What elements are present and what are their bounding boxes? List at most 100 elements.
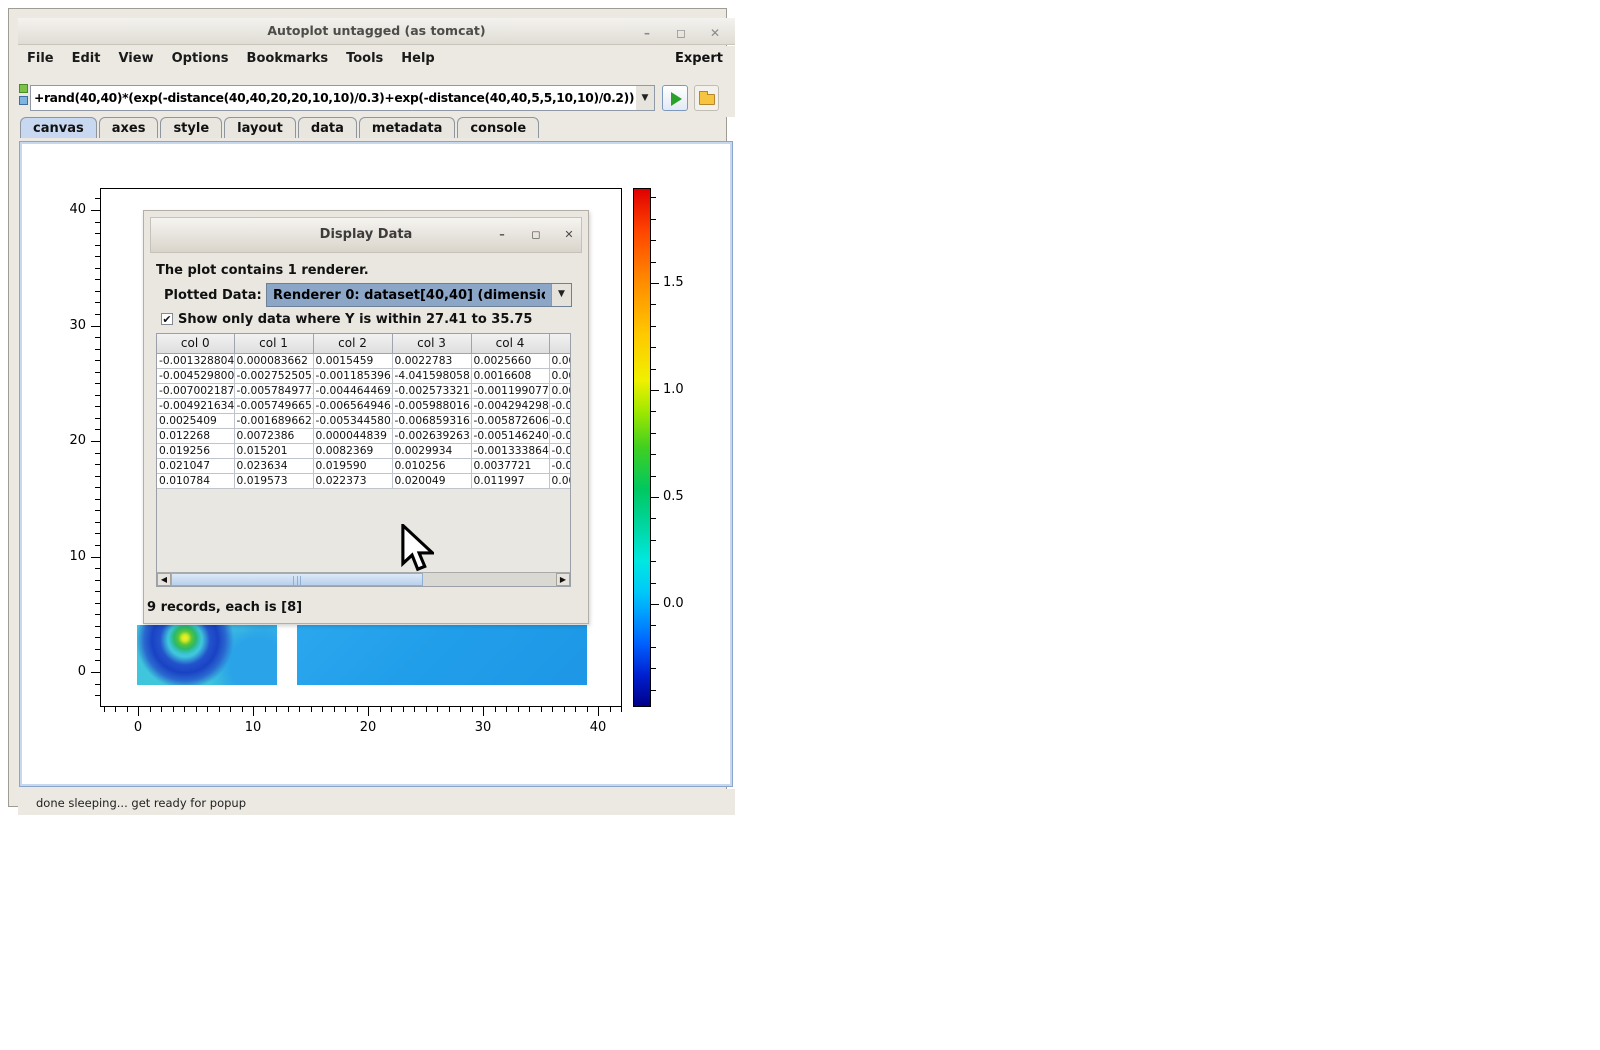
dialog-titlebar[interactable]: Display Data – ◻ ✕: [150, 217, 582, 253]
tab-metadata[interactable]: metadata: [359, 117, 455, 138]
table-cell[interactable]: 0.0016608: [471, 368, 549, 383]
menu-item-edit[interactable]: Edit: [63, 46, 110, 66]
table-cell[interactable]: -0.005988016...: [392, 398, 471, 413]
heatmap-patch-left[interactable]: [137, 625, 277, 685]
table-cell[interactable]: -0.002639263...: [392, 428, 471, 443]
table-cell[interactable]: -0.0: [549, 428, 571, 443]
expert-toggle[interactable]: Expert: [675, 51, 723, 66]
table-row[interactable]: -0.007002187...-0.005784977...-0.0044644…: [157, 383, 571, 398]
table-cell[interactable]: 0.020049: [392, 473, 471, 488]
tab-style[interactable]: style: [160, 117, 222, 138]
menu-item-bookmarks[interactable]: Bookmarks: [238, 46, 338, 66]
table-cell[interactable]: -0.002752505...: [234, 368, 313, 383]
table-row[interactable]: 0.0107840.0195730.0223730.0200490.011997…: [157, 473, 571, 488]
table-cell[interactable]: 0.010784: [157, 473, 234, 488]
table-cell[interactable]: -0.0: [549, 443, 571, 458]
table-cell[interactable]: 0.022373: [313, 473, 392, 488]
table-cell[interactable]: 0.00: [549, 353, 571, 368]
table-cell[interactable]: -0.006859316...: [392, 413, 471, 428]
table-cell[interactable]: 0.00: [549, 383, 571, 398]
table-cell[interactable]: -0.005146240...: [471, 428, 549, 443]
table-cell[interactable]: 0.019256: [157, 443, 234, 458]
filter-checkbox[interactable]: ✔: [161, 313, 173, 325]
table-cell[interactable]: 0.000044839: [313, 428, 392, 443]
table-row[interactable]: 0.0210470.0236340.0195900.0102560.003772…: [157, 458, 571, 473]
browse-button[interactable]: [694, 85, 719, 111]
table-header-cell[interactable]: col 2: [313, 334, 392, 353]
table-cell[interactable]: -0.001689662...: [234, 413, 313, 428]
table-cell[interactable]: -0.006564946...: [313, 398, 392, 413]
table-cell[interactable]: 0.0025409: [157, 413, 234, 428]
scroll-left-button[interactable]: ◀: [157, 573, 171, 586]
address-input[interactable]: [30, 85, 637, 111]
table-row[interactable]: -0.004921634...-0.005749665...-0.0065649…: [157, 398, 571, 413]
table-cell[interactable]: 0.023634: [234, 458, 313, 473]
table-cell[interactable]: 0.015201: [234, 443, 313, 458]
scroll-thumb[interactable]: [171, 573, 423, 586]
minimize-button[interactable]: –: [639, 25, 655, 41]
table-cell[interactable]: -0.001199077...: [471, 383, 549, 398]
table-header-cell[interactable]: col 4: [471, 334, 549, 353]
address-dropdown-button[interactable]: ▼: [636, 85, 655, 111]
table-row[interactable]: -0.001328804...0.0000836620.00154590.002…: [157, 353, 571, 368]
table-cell[interactable]: 0.019573: [234, 473, 313, 488]
h-scrollbar[interactable]: ◀ ▶: [157, 572, 570, 586]
table-cell[interactable]: -0.007002187...: [157, 383, 234, 398]
table-cell[interactable]: 0.00: [549, 368, 571, 383]
dialog-close-button[interactable]: ✕: [561, 227, 577, 243]
menu-item-tools[interactable]: Tools: [337, 46, 392, 66]
table-cell[interactable]: -0.005784977...: [234, 383, 313, 398]
table-cell[interactable]: 0.0037721: [471, 458, 549, 473]
table-header-cell[interactable]: col 3: [392, 334, 471, 353]
table-row[interactable]: 0.0025409-0.001689662...-0.005344580...-…: [157, 413, 571, 428]
menu-item-file[interactable]: File: [18, 46, 63, 66]
table-cell[interactable]: -0.005749665...: [234, 398, 313, 413]
table-cell[interactable]: 0.0022783: [392, 353, 471, 368]
dialog-maximize-button[interactable]: ◻: [528, 227, 544, 243]
dialog-minimize-button[interactable]: –: [494, 227, 510, 243]
table-cell[interactable]: -0.005872606...: [471, 413, 549, 428]
table-cell[interactable]: 0.0082369: [313, 443, 392, 458]
menu-item-options[interactable]: Options: [163, 46, 238, 66]
table-cell[interactable]: 0.0025660: [471, 353, 549, 368]
plotted-data-combobox[interactable]: Renderer 0: dataset[40,40] (dimension...…: [266, 283, 572, 307]
table-cell[interactable]: 0.0029934: [392, 443, 471, 458]
table-cell[interactable]: 0.010256: [392, 458, 471, 473]
tab-data[interactable]: data: [298, 117, 357, 138]
tab-canvas[interactable]: canvas: [20, 117, 97, 138]
table-cell[interactable]: 0.021047: [157, 458, 234, 473]
menu-item-view[interactable]: View: [109, 46, 162, 66]
table-header-cell[interactable]: col 1: [234, 334, 313, 353]
maximize-button[interactable]: ◻: [673, 25, 689, 41]
table-cell[interactable]: -0.001328804...: [157, 353, 234, 368]
table-row[interactable]: 0.0192560.0152010.00823690.0029934-0.001…: [157, 443, 571, 458]
table-cell[interactable]: -0.0: [549, 413, 571, 428]
table-cell[interactable]: 0.0015459: [313, 353, 392, 368]
menu-item-help[interactable]: Help: [392, 46, 443, 66]
titlebar[interactable]: Autoplot untagged (as tomcat) – ◻ ✕: [18, 18, 735, 45]
table-cell[interactable]: -0.004464469...: [313, 383, 392, 398]
table-cell[interactable]: 0.019590: [313, 458, 392, 473]
table-cell[interactable]: 0.000083662: [234, 353, 313, 368]
table-cell[interactable]: -0.005344580...: [313, 413, 392, 428]
go-button[interactable]: [662, 85, 688, 111]
tab-axes[interactable]: axes: [99, 117, 159, 138]
table-cell[interactable]: 0.011997: [471, 473, 549, 488]
tab-layout[interactable]: layout: [224, 117, 296, 138]
table-cell[interactable]: -0.004529800...: [157, 368, 234, 383]
colorbar[interactable]: [633, 188, 651, 707]
scroll-right-button[interactable]: ▶: [556, 573, 570, 586]
table-cell[interactable]: -0.004294298...: [471, 398, 549, 413]
table-row[interactable]: 0.0122680.00723860.000044839-0.002639263…: [157, 428, 571, 443]
table-cell[interactable]: 0.012268: [157, 428, 234, 443]
close-button[interactable]: ✕: [707, 25, 723, 41]
table-header-cell[interactable]: [549, 334, 571, 353]
table-cell[interactable]: -0.001333864...: [471, 443, 549, 458]
table-header-cell[interactable]: col 0: [157, 334, 234, 353]
table-cell[interactable]: -0.0: [549, 458, 571, 473]
heatmap-patch-right[interactable]: [297, 625, 587, 685]
table-cell[interactable]: -0.002573321...: [392, 383, 471, 398]
table-cell[interactable]: -0.004921634...: [157, 398, 234, 413]
table-cell[interactable]: -0.0: [549, 398, 571, 413]
tab-console[interactable]: console: [457, 117, 539, 138]
